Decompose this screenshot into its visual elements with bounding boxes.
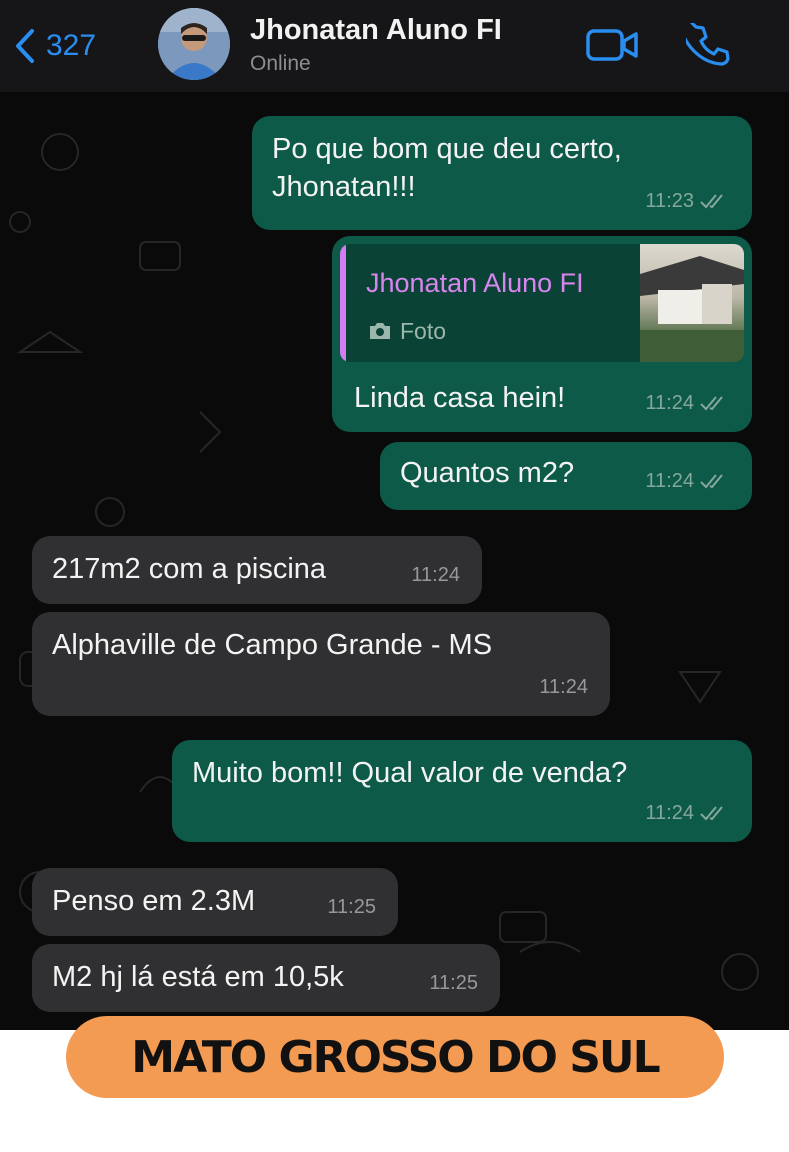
message-bubble-outgoing[interactable]: Muito bom!! Qual valor de venda? 11:24 [172, 740, 752, 842]
unread-count: 327 [46, 29, 97, 62]
message-text: M2 hj lá está em 10,5k [52, 961, 344, 993]
message-time: 11:24 [645, 802, 694, 824]
quoted-message[interactable]: Jhonatan Aluno FI Foto [340, 244, 744, 362]
message-bubble-incoming[interactable]: 217m2 com a piscina 11:24 [32, 536, 482, 604]
quoted-type: Foto [368, 312, 446, 350]
message-bubble-incoming[interactable]: M2 hj lá está em 10,5k 11:25 [32, 944, 500, 1012]
chat-header: 327 Jhonatan Aluno FI Online [0, 0, 789, 92]
camera-icon [370, 323, 390, 339]
message-text: 217m2 com a piscina [52, 553, 327, 585]
photo-thumbnail[interactable] [640, 244, 744, 362]
message-meta: 11:24 [645, 462, 730, 500]
quoted-sender: Jhonatan Aluno FI [366, 268, 584, 298]
message-time: 11:25 [429, 972, 478, 994]
read-receipt-icon [700, 474, 723, 489]
message-time: 11:23 [645, 190, 694, 212]
quote-accent-bar [340, 244, 346, 362]
chat-screen: 327 Jhonatan Aluno FI Online Po que bom … [0, 0, 789, 1030]
message-time: 11:25 [327, 896, 376, 918]
message-bubble-incoming[interactable]: Penso em 2.3M 11:25 [32, 868, 398, 936]
back-button[interactable]: 327 [12, 22, 96, 70]
contact-status: Online [250, 52, 311, 75]
message-text: Muito bom!! Qual valor de venda? [192, 757, 628, 789]
read-receipt-icon [700, 194, 723, 209]
message-bubble-outgoing-reply[interactable]: Jhonatan Aluno FI Foto Linda casa hein! … [332, 236, 752, 432]
message-meta: 11:25 [429, 964, 478, 1002]
message-meta: 11:23 [645, 182, 730, 220]
message-time: 11:24 [411, 564, 460, 586]
message-meta: 11:24 [645, 384, 730, 422]
read-receipt-icon [700, 806, 723, 821]
message-bubble-outgoing[interactable]: Po que bom que deu certo, Jhonatan!!! 11… [252, 116, 752, 230]
video-call-button[interactable] [582, 20, 642, 70]
message-bubble-incoming[interactable]: Alphaville de Campo Grande - MS 11:24 [32, 612, 610, 716]
region-banner: MATO GROSSO DO SUL [66, 1016, 724, 1098]
message-time: 11:24 [645, 392, 694, 414]
message-bubble-outgoing[interactable]: Quantos m2? 11:24 [380, 442, 752, 510]
message-meta: 11:24 [539, 668, 588, 706]
message-meta: 11:25 [327, 888, 376, 926]
message-text: Linda casa hein! [354, 382, 566, 414]
chevron-left-icon [16, 29, 34, 63]
voice-call-button[interactable] [678, 20, 738, 70]
banner-label: MATO GROSSO DO SUL [131, 1031, 660, 1083]
message-time: 11:24 [539, 676, 588, 698]
read-receipt-icon [700, 396, 723, 411]
video-camera-icon [586, 29, 638, 61]
message-meta: 11:24 [411, 556, 460, 594]
phone-icon [686, 23, 730, 66]
message-text: Alphaville de Campo Grande - MS [52, 629, 493, 661]
avatar[interactable] [158, 8, 230, 80]
contact-name[interactable]: Jhonatan Aluno FI [250, 14, 502, 47]
quoted-type-label: Foto [400, 318, 447, 344]
message-time: 11:24 [645, 470, 694, 492]
message-meta: 11:24 [645, 794, 730, 832]
